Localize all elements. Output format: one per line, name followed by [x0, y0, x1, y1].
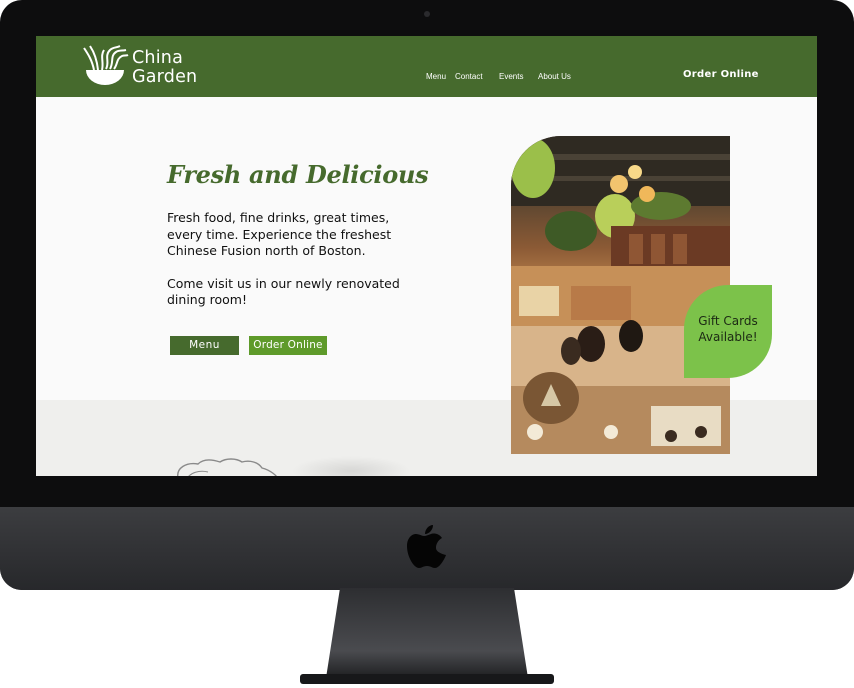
- restaurant-interior-photo: [511, 136, 730, 454]
- hero-paragraph-2: Come visit us in our newly renovated din…: [167, 275, 400, 308]
- nav-item-menu[interactable]: Menu: [426, 72, 446, 81]
- camera: [424, 11, 430, 17]
- brand-name[interactable]: China Garden: [132, 49, 197, 87]
- dumpling-illustration: [177, 458, 277, 476]
- brand-name-line1: China: [132, 48, 183, 68]
- hero-paragraph-1: Fresh food, fine drinks, great times, ev…: [167, 210, 392, 258]
- imac-monitor: China Garden Menu Contact Events About U…: [0, 0, 854, 590]
- menu-button[interactable]: Menu: [170, 336, 239, 355]
- gift-cards-line1: Gift Cards: [698, 314, 758, 328]
- site-header: China Garden Menu Contact Events About U…: [36, 36, 817, 97]
- hero-title: Fresh and Delicious: [167, 160, 429, 189]
- decorative-shadow: [291, 456, 411, 476]
- nav-order-online-link[interactable]: Order Online: [683, 69, 759, 80]
- nav-item-contact[interactable]: Contact: [455, 72, 483, 81]
- website-screen: China Garden Menu Contact Events About U…: [36, 36, 817, 476]
- noodle-bowl-icon[interactable]: [80, 42, 130, 90]
- nav-item-about-us[interactable]: About Us: [538, 72, 571, 81]
- hero-description: Fresh food, fine drinks, great times, ev…: [167, 210, 427, 325]
- gift-cards-badge[interactable]: Gift Cards Available!: [684, 285, 772, 378]
- gift-cards-line2: Available!: [698, 330, 758, 344]
- monitor-stand: [300, 588, 554, 684]
- brand-name-line2: Garden: [132, 67, 198, 87]
- order-online-button[interactable]: Order Online: [249, 336, 327, 355]
- apple-icon: [407, 525, 446, 568]
- gift-cards-badge-text: Gift Cards Available!: [684, 313, 772, 345]
- nav-item-events[interactable]: Events: [499, 72, 523, 81]
